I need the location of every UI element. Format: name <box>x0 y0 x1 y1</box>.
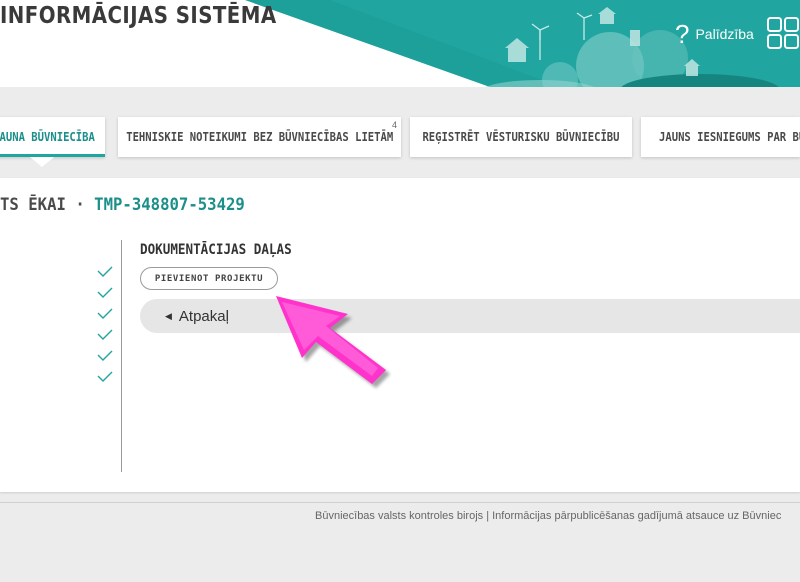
tab-bar: AUNA BŪVNIECĪBA TEHNISKIE NOTEIKUMI BEZ … <box>0 108 800 170</box>
triangle-left-icon: ◀ <box>165 310 172 321</box>
tab-label: AUNA BŪVNIECĪBA <box>0 130 96 144</box>
active-tab-indicator <box>30 157 54 167</box>
checkmark-icon <box>97 266 113 277</box>
header: INFORMĀCIJAS SISTĒMA ? Palīdzība <box>0 0 800 87</box>
page-title: TS ĒKAI · TMP-348807-53429 <box>0 195 245 215</box>
vertical-divider <box>121 240 122 472</box>
tab-new-application[interactable]: JAUNS IESNIEGUMS PAR BŪV <box>641 117 800 157</box>
checkmark-icon <box>97 371 113 382</box>
tab-label: JAUNS IESNIEGUMS PAR BŪV <box>659 130 800 144</box>
section-title: DOKUMENTĀCIJAS DAĻAS <box>140 242 292 258</box>
app-title: INFORMĀCIJAS SISTĒMA <box>0 3 277 29</box>
page-title-prefix: TS ĒKAI · <box>0 195 95 215</box>
checkmark-icon <box>97 350 113 361</box>
help-link[interactable]: ? Palīdzība <box>675 20 754 48</box>
checkmark-icon <box>97 287 113 298</box>
tab-new-construction[interactable]: AUNA BŪVNIECĪBA <box>0 117 105 157</box>
checkmark-icon <box>97 329 113 340</box>
tab-register-historic[interactable]: REĢISTRĒT VĒSTURISKU BŪVNIECĪBU <box>410 117 632 157</box>
tab-label: REĢISTRĒT VĒSTURISKU BŪVNIECĪBU <box>422 130 620 144</box>
footer-divider <box>0 502 800 503</box>
checkmark-icon <box>97 308 113 319</box>
tab-label: TEHNISKIE NOTEIKUMI BEZ BŪVNIECĪBAS LIET… <box>125 130 394 144</box>
step-checklist <box>96 261 116 387</box>
tab-technical-rules[interactable]: TEHNISKIE NOTEIKUMI BEZ BŪVNIECĪBAS LIET… <box>118 117 401 157</box>
help-label: Palīdzība <box>695 26 754 42</box>
main-panel: TS ĒKAI · TMP-348807-53429 DOKUMENTĀCIJA… <box>0 178 800 492</box>
pointer-arrow-icon <box>276 296 390 388</box>
add-project-button[interactable]: PIEVIENOT PROJEKTU <box>140 267 278 290</box>
case-id: TMP-348807-53429 <box>94 195 245 215</box>
question-icon: ? <box>675 19 690 49</box>
grid-icon[interactable] <box>766 16 800 50</box>
footer-text: Būvniecības valsts kontroles birojs | In… <box>315 510 782 522</box>
back-button[interactable]: ◀ Atpakaļ <box>140 299 800 333</box>
back-label: Atpakaļ <box>178 307 229 325</box>
count-badge: 4 <box>391 120 397 130</box>
